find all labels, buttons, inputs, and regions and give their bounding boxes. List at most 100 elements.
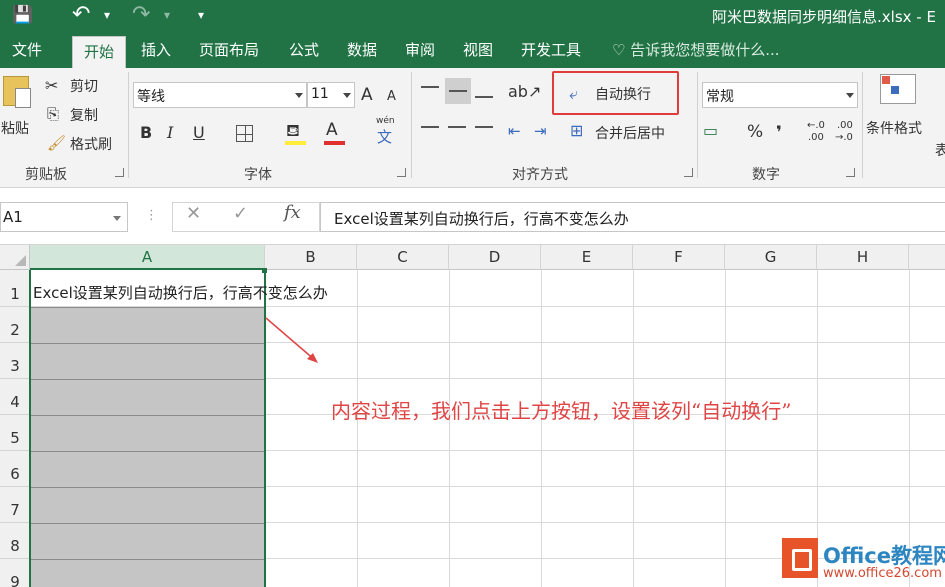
- tab-view[interactable]: 视图: [463, 39, 493, 60]
- clipboard-launcher-icon[interactable]: [115, 168, 124, 177]
- cell-a1[interactable]: Excel设置某列自动换行后，行高不变怎么办: [33, 282, 328, 303]
- column-header-i[interactable]: [909, 245, 945, 270]
- shrink-font-icon[interactable]: A: [387, 89, 396, 104]
- phonetic-guide-icon[interactable]: 文: [377, 126, 392, 147]
- number-group-label: 数字: [752, 167, 780, 183]
- row-header-8[interactable]: 8: [0, 523, 30, 559]
- copy-button[interactable]: 复制: [70, 105, 98, 125]
- undo-dropdown-icon[interactable]: ▾: [104, 3, 110, 27]
- column-header-a[interactable]: A: [30, 245, 265, 270]
- column-header-h[interactable]: H: [817, 245, 909, 270]
- row-header-1[interactable]: 1: [0, 270, 30, 307]
- group-divider: [128, 72, 129, 178]
- row-number: 6: [10, 465, 20, 483]
- group-divider: [862, 72, 863, 178]
- bold-button[interactable]: B: [140, 123, 152, 142]
- row-header-7[interactable]: 7: [0, 487, 30, 523]
- borders-icon[interactable]: [236, 125, 253, 142]
- redo-dropdown-icon[interactable]: ▾: [164, 3, 170, 27]
- font-launcher-icon[interactable]: [397, 168, 406, 177]
- row-header-3[interactable]: 3: [0, 343, 30, 379]
- cancel-icon[interactable]: ✕: [186, 203, 201, 224]
- tab-formulas[interactable]: 公式: [289, 39, 319, 60]
- cut-button[interactable]: 剪切: [70, 76, 98, 96]
- percent-button[interactable]: %: [747, 122, 763, 142]
- decrease-decimal-top[interactable]: .00: [837, 120, 853, 131]
- tab-developer[interactable]: 开发工具: [521, 39, 581, 60]
- tab-review[interactable]: 审阅: [405, 39, 435, 60]
- tell-me-box[interactable]: ♡ 告诉我您想要做什么...: [612, 39, 780, 60]
- column-header-c[interactable]: C: [357, 245, 449, 270]
- row-header-6[interactable]: 6: [0, 451, 30, 487]
- gridline: [449, 270, 450, 587]
- font-color-icon[interactable]: A: [326, 120, 338, 140]
- format-as-table-partial[interactable]: 表: [935, 140, 945, 160]
- merge-center-icon[interactable]: ⊞: [570, 121, 583, 140]
- column-header-d[interactable]: D: [449, 245, 541, 270]
- row-header-2[interactable]: 2: [0, 307, 30, 343]
- row-header-9[interactable]: 9: [0, 559, 30, 587]
- orientation-icon[interactable]: ab↗: [508, 82, 541, 101]
- alignment-group-label: 对齐方式: [512, 167, 568, 183]
- format-painter-icon[interactable]: 🖌: [47, 134, 66, 152]
- column-header-g[interactable]: G: [725, 245, 817, 270]
- name-box[interactable]: A1: [0, 202, 128, 232]
- redo-icon[interactable]: ↷: [132, 3, 150, 27]
- font-size-select[interactable]: 11: [307, 82, 355, 108]
- name-box-value: A1: [3, 208, 23, 226]
- conditional-format-icon-accent: [882, 76, 890, 84]
- increase-decimal-top[interactable]: ←.0: [807, 120, 825, 131]
- decrease-indent-icon[interactable]: ⇤: [508, 122, 521, 140]
- number-format-select[interactable]: 常规: [702, 82, 858, 108]
- scissors-icon[interactable]: ✂: [45, 76, 58, 95]
- align-left-icon[interactable]: [421, 126, 439, 128]
- align-center-icon[interactable]: [448, 126, 466, 128]
- format-painter-button[interactable]: 格式刷: [70, 134, 112, 154]
- tab-data[interactable]: 数据: [347, 39, 377, 60]
- gridline: [725, 270, 726, 587]
- tab-home[interactable]: 开始: [72, 36, 127, 68]
- fill-color-icon[interactable]: ⛾: [286, 121, 300, 143]
- wrap-text-icon[interactable]: ⤶: [569, 84, 578, 104]
- tab-file[interactable]: 文件: [12, 39, 42, 60]
- wrap-text-button[interactable]: 自动换行: [595, 84, 651, 104]
- font-name-value: 等线: [137, 89, 165, 105]
- formula-input[interactable]: Excel设置某列自动换行后，行高不变怎么办: [320, 202, 945, 232]
- gridline: [633, 270, 634, 587]
- grow-font-icon[interactable]: A: [361, 85, 373, 105]
- align-bottom-icon[interactable]: [475, 96, 493, 98]
- align-middle-line: [449, 90, 467, 92]
- italic-button[interactable]: I: [167, 123, 173, 142]
- alignment-launcher-icon[interactable]: [684, 168, 693, 177]
- undo-icon[interactable]: ↶: [72, 3, 90, 27]
- font-name-select[interactable]: 等线: [133, 82, 307, 108]
- merge-center-button[interactable]: 合并后居中: [595, 123, 665, 143]
- column-header-b[interactable]: B: [265, 245, 357, 270]
- confirm-icon[interactable]: ✓: [233, 203, 248, 224]
- font-color-bar: [324, 141, 345, 145]
- align-top-icon[interactable]: [421, 86, 439, 88]
- copy-icon[interactable]: ⎘: [47, 105, 59, 123]
- select-all-button[interactable]: [0, 245, 30, 270]
- underline-button[interactable]: U: [193, 123, 205, 142]
- align-right-icon[interactable]: [475, 126, 493, 128]
- number-launcher-icon[interactable]: [846, 168, 855, 177]
- save-icon[interactable]: 💾: [12, 3, 33, 27]
- column-header-f[interactable]: F: [633, 245, 725, 270]
- row-header-5[interactable]: 5: [0, 415, 30, 451]
- column-header-e[interactable]: E: [541, 245, 633, 270]
- comma-button[interactable]: ❜: [776, 123, 782, 143]
- customize-toolbar-icon[interactable]: ▾: [198, 3, 204, 27]
- row-header-4[interactable]: 4: [0, 379, 30, 415]
- row-number: 9: [10, 573, 20, 587]
- currency-icon[interactable]: ▭: [703, 121, 718, 140]
- fill-handle[interactable]: [262, 268, 267, 273]
- increase-indent-icon[interactable]: ⇥: [534, 122, 547, 140]
- insert-function-icon[interactable]: fx: [284, 202, 301, 223]
- paste-button[interactable]: 粘贴: [1, 118, 29, 138]
- row-number: 7: [10, 501, 20, 519]
- tab-insert[interactable]: 插入: [141, 39, 171, 60]
- tab-page-layout[interactable]: 页面布局: [199, 39, 259, 60]
- group-divider: [697, 72, 698, 178]
- conditional-format-button[interactable]: 条件格式: [866, 118, 922, 138]
